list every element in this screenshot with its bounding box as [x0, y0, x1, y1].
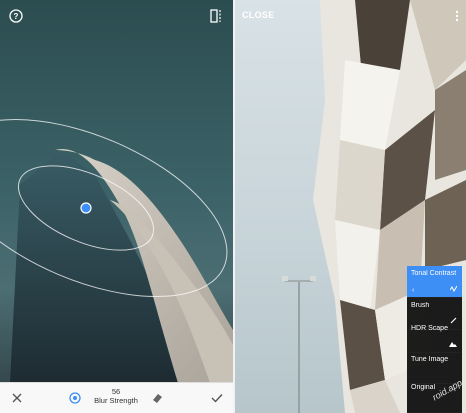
tool-label: Brush	[411, 302, 430, 309]
lens-blur-screen: ? 56 Blur Strength	[0, 0, 233, 413]
mountain-icon	[449, 341, 457, 349]
tool-label: Tonal Contrast	[411, 270, 457, 277]
help-icon[interactable]: ?	[9, 9, 23, 23]
close-button[interactable]: CLOSE	[242, 10, 275, 20]
blur-strength-readout[interactable]: 56 Blur Strength	[80, 387, 152, 405]
eraser-icon[interactable]	[148, 383, 166, 413]
tool-tonal-contrast[interactable]: Tonal Contrast ‹	[407, 266, 462, 298]
close-x-icon[interactable]	[8, 383, 26, 413]
bottom-toolbar: 56 Blur Strength	[0, 382, 233, 413]
svg-text:?: ?	[14, 12, 19, 21]
checkmark-icon[interactable]	[208, 383, 226, 413]
photo-canvas[interactable]	[0, 0, 233, 383]
tool-label: HDR Scape	[411, 325, 448, 332]
wave-icon	[449, 285, 458, 294]
blur-strength-value: 56	[111, 387, 121, 396]
tool-label: Tune Image	[411, 356, 449, 363]
focus-center-handle[interactable]	[80, 202, 92, 214]
tool-hdr-scape[interactable]: HDR Scape	[407, 321, 462, 353]
vertical-dots-icon[interactable]	[453, 9, 461, 23]
blur-strength-label: Blur Strength	[94, 396, 138, 405]
split-compare-icon[interactable]	[209, 9, 223, 23]
back-chevron[interactable]: ‹	[412, 287, 414, 294]
